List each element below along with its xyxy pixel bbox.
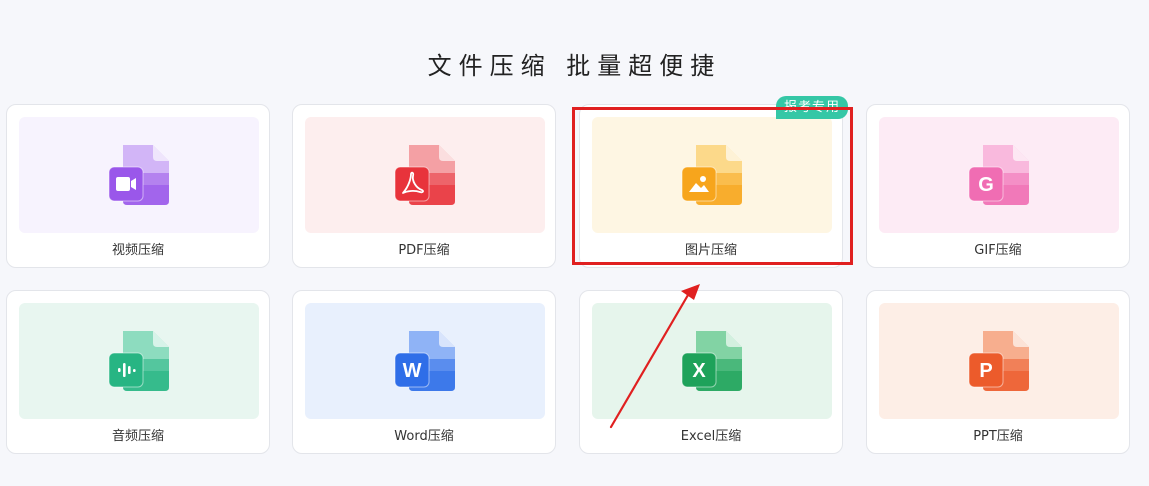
- page-title: 文件压缩 批量超便捷: [427, 52, 722, 80]
- card-preview-panel: [305, 117, 545, 233]
- image-file-icon: [680, 143, 744, 209]
- word-file-icon: W: [393, 329, 457, 395]
- card-preview-panel: G: [879, 117, 1119, 233]
- pdf-file-icon: [393, 143, 457, 209]
- card-label: PDF压缩: [398, 243, 450, 258]
- card-label: 视频压缩: [111, 243, 164, 258]
- card-audio[interactable]: 音频压缩: [6, 290, 270, 454]
- card-preview-panel: [592, 117, 832, 233]
- audio-file-icon: [107, 329, 171, 395]
- gif-file-icon: G: [967, 143, 1031, 209]
- excel-file-icon: X: [680, 329, 744, 395]
- card-preview-panel: P: [879, 303, 1119, 419]
- card-preview-panel: W: [305, 303, 545, 419]
- card-pdf[interactable]: PDF压缩: [292, 104, 556, 268]
- card-label: Word压缩: [394, 429, 454, 444]
- exam-badge: 报考专用: [776, 96, 848, 119]
- svg-text:W: W: [403, 360, 422, 382]
- card-image[interactable]: 图片压缩 报考专用: [579, 96, 848, 268]
- card-video[interactable]: 视频压缩: [6, 104, 270, 268]
- card-preview-panel: [19, 303, 259, 419]
- card-ppt[interactable]: P PPT压缩: [866, 290, 1130, 454]
- video-file-icon: [107, 143, 171, 209]
- svg-text:X: X: [692, 360, 706, 382]
- svg-text:G: G: [978, 174, 994, 196]
- card-gif[interactable]: G GIF压缩: [866, 104, 1130, 268]
- card-label: GIF压缩: [974, 243, 1022, 258]
- card-preview-panel: [19, 117, 259, 233]
- card-label: 图片压缩: [684, 243, 737, 258]
- svg-text:P: P: [979, 360, 992, 382]
- ppt-file-icon: P: [967, 329, 1031, 395]
- card-label: 音频压缩: [111, 429, 164, 444]
- card-excel[interactable]: X Excel压缩: [579, 290, 843, 454]
- card-label: PPT压缩: [973, 429, 1023, 444]
- card-word[interactable]: W Word压缩: [292, 290, 556, 454]
- card-preview-panel: X: [592, 303, 832, 419]
- card-label: Excel压缩: [680, 429, 742, 444]
